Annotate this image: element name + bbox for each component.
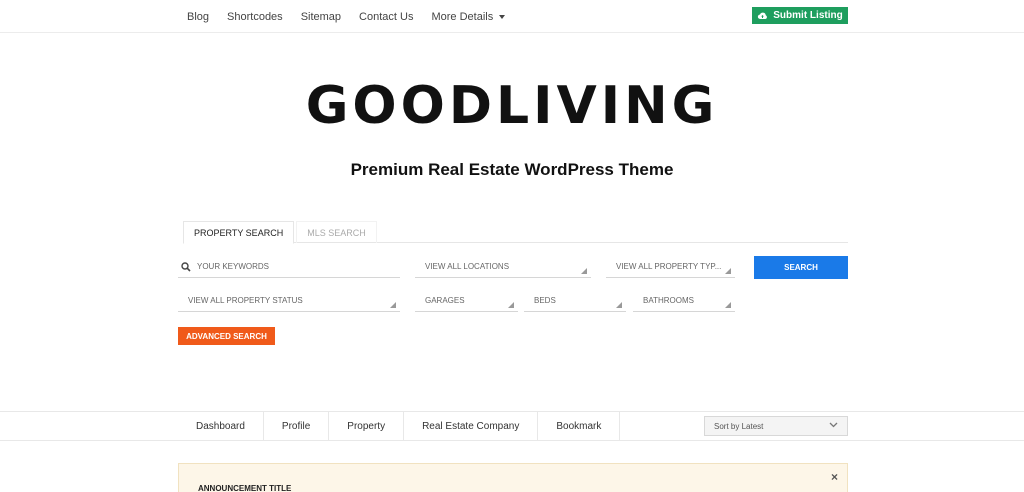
keywords-placeholder: YOUR KEYWORDS	[197, 262, 270, 271]
top-nav: Blog Shortcodes Sitemap Contact Us More …	[187, 11, 506, 23]
dashboard-nav: Dashboard Profile Property Real Estate C…	[0, 411, 1024, 441]
select-corner-icon	[725, 268, 731, 274]
dashboard-tabs: Dashboard Profile Property Real Estate C…	[178, 412, 621, 441]
announcement-box: ANNOUNCEMENT TITLE ×	[178, 463, 848, 492]
site-tagline: Premium Real Estate WordPress Theme	[350, 160, 674, 179]
select-corner-icon	[725, 302, 731, 308]
search-icon	[181, 262, 191, 272]
property-type-select[interactable]: VIEW ALL PROPERTY TYP...	[606, 256, 735, 278]
announcement-title: ANNOUNCEMENT TITLE	[198, 484, 292, 492]
keywords-input[interactable]: YOUR KEYWORDS	[178, 256, 400, 278]
sort-select[interactable]: Sort by Latest	[704, 416, 848, 436]
select-corner-icon	[616, 302, 622, 308]
select-corner-icon	[390, 302, 396, 308]
locations-select[interactable]: VIEW ALL LOCATIONS	[415, 256, 591, 278]
select-corner-icon	[508, 302, 514, 308]
nav-blog-link[interactable]: Blog	[187, 11, 209, 23]
submit-listing-button[interactable]: Submit Listing	[752, 7, 848, 24]
bathrooms-select[interactable]: BATHROOMS	[633, 290, 735, 312]
cloud-upload-icon	[758, 12, 768, 19]
beds-select[interactable]: BEDS	[524, 290, 626, 312]
tab-real-estate-company[interactable]: Real Estate Company	[404, 412, 539, 441]
nav-contact-link[interactable]: Contact Us	[359, 11, 413, 23]
search-tabs: PROPERTY SEARCH MLS SEARCH	[183, 221, 848, 244]
chevron-down-icon	[829, 422, 838, 428]
tab-dashboard[interactable]: Dashboard	[178, 412, 264, 441]
sort-value: Sort by Latest	[714, 421, 764, 431]
top-bar: Blog Shortcodes Sitemap Contact Us More …	[0, 0, 1024, 33]
search-button[interactable]: SEARCH	[754, 256, 848, 279]
caret-down-icon	[499, 15, 506, 19]
beds-value: BEDS	[534, 296, 556, 305]
garages-value: GARAGES	[425, 296, 465, 305]
nav-sitemap-link[interactable]: Sitemap	[301, 11, 341, 23]
site-logo[interactable]: GOODLIVING	[0, 78, 1024, 134]
property-status-select[interactable]: VIEW ALL PROPERTY STATUS	[178, 290, 400, 312]
property-status-value: VIEW ALL PROPERTY STATUS	[188, 296, 303, 305]
locations-value: VIEW ALL LOCATIONS	[425, 262, 510, 271]
nav-more-details-label: More Details	[431, 11, 494, 23]
tab-bookmark[interactable]: Bookmark	[538, 412, 621, 441]
property-type-value: VIEW ALL PROPERTY TYP...	[616, 262, 722, 271]
tab-profile[interactable]: Profile	[264, 412, 330, 441]
garages-select[interactable]: GARAGES	[415, 290, 518, 312]
close-icon[interactable]: ×	[831, 470, 838, 484]
bathrooms-value: BATHROOMS	[643, 296, 694, 305]
select-corner-icon	[581, 268, 587, 274]
tab-property[interactable]: Property	[329, 412, 405, 441]
advanced-search-button[interactable]: ADVANCED SEARCH	[178, 327, 275, 345]
tab-property-search[interactable]: PROPERTY SEARCH	[183, 221, 295, 244]
nav-more-details-dropdown[interactable]: More Details	[431, 11, 506, 23]
nav-shortcodes-link[interactable]: Shortcodes	[227, 11, 283, 23]
submit-listing-label: Submit Listing	[773, 10, 843, 21]
tab-mls-search[interactable]: MLS SEARCH	[296, 221, 377, 243]
